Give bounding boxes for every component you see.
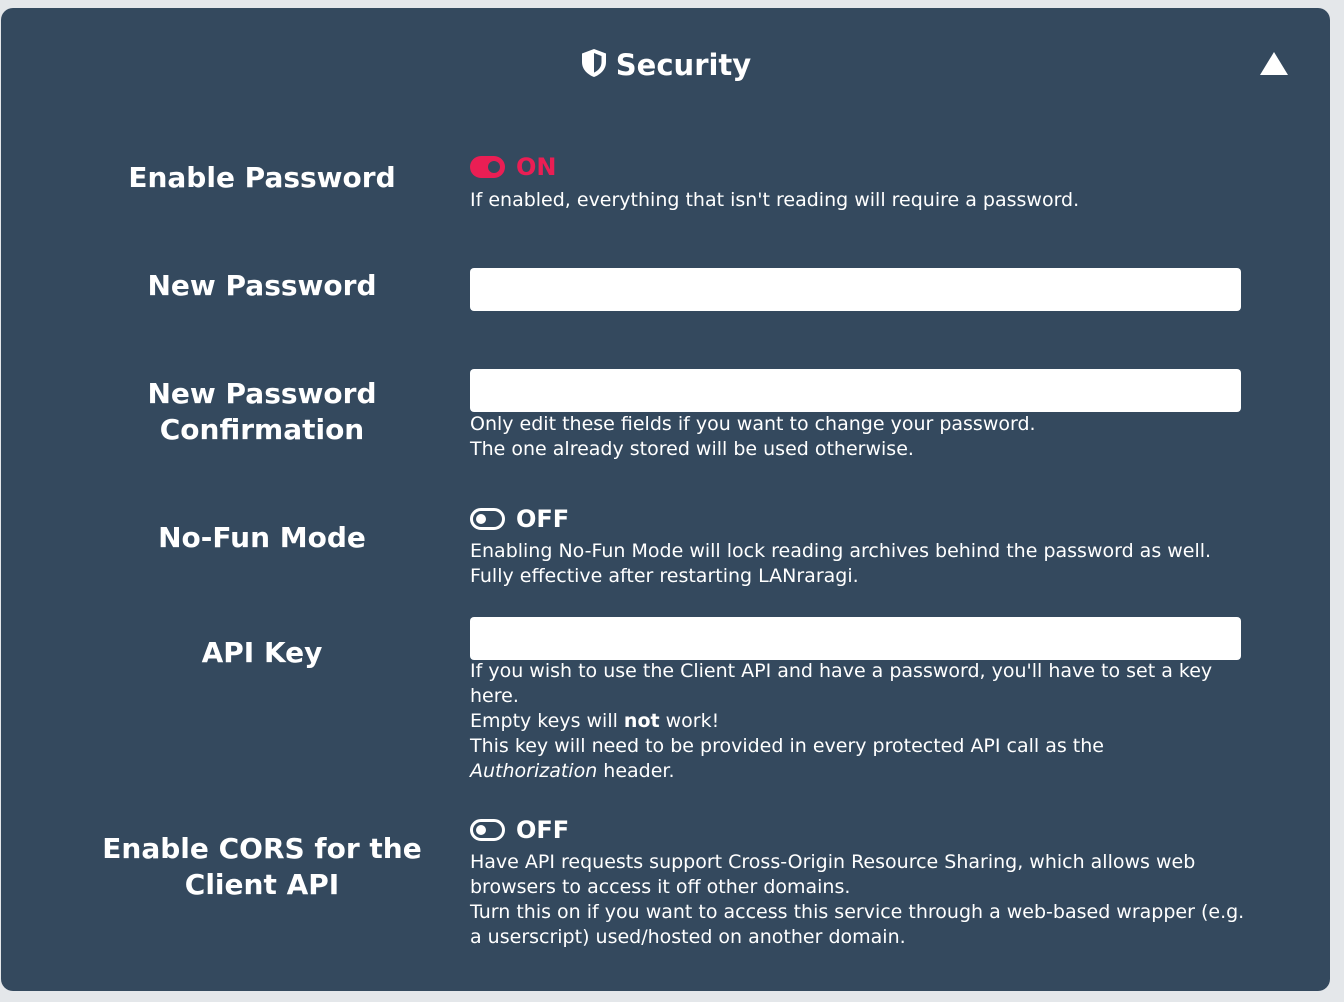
toggle-off-icon	[470, 819, 505, 841]
no-fun-mode-help: Enabling No-Fun Mode will lock reading a…	[470, 539, 1245, 589]
enable-cors-state: OFF	[516, 816, 570, 844]
api-key-help-line-3: This key will need to be provided in eve…	[470, 735, 1104, 757]
toggle-off-icon	[470, 508, 505, 530]
security-settings-panel: Security Enable Password ON If enabled, …	[1, 8, 1330, 991]
new-password-label: New Password	[147, 269, 377, 302]
new-password-confirmation-input[interactable]	[470, 369, 1241, 412]
enable-cors-help-line-1: Have API requests support Cross-Origin R…	[470, 851, 1196, 898]
enable-password-help-text: If enabled, everything that isn't readin…	[470, 189, 1080, 211]
enable-password-toggle[interactable]: ON	[470, 152, 557, 182]
enable-password-label: Enable Password	[128, 161, 396, 194]
new-password-confirmation-label: New Password Confirmation	[147, 377, 377, 446]
api-key-help-line-2: Empty keys will not work!	[470, 709, 1245, 734]
section-header: Security	[1, 48, 1330, 96]
enable-cors-toggle[interactable]: OFF	[470, 815, 569, 845]
no-fun-mode-label: No-Fun Mode	[158, 521, 366, 554]
toggle-on-icon	[470, 156, 505, 178]
api-key-help: If you wish to use the Client API and ha…	[470, 659, 1245, 784]
enable-password-help: If enabled, everything that isn't readin…	[470, 188, 1245, 213]
enable-cors-help-line-2: Turn this on if you want to access this …	[470, 901, 1245, 948]
enable-cors-help: Have API requests support Cross-Origin R…	[470, 850, 1245, 950]
no-fun-mode-help-line-2: Fully effective after restarting LANrara…	[470, 565, 859, 587]
no-fun-mode-toggle[interactable]: OFF	[470, 504, 569, 534]
collapse-button[interactable]	[1258, 50, 1290, 78]
api-key-input[interactable]	[470, 617, 1241, 660]
no-fun-mode-state: OFF	[516, 505, 570, 533]
enable-cors-label: Enable CORS for the Client API	[102, 832, 422, 901]
api-key-help-text: work!	[659, 710, 720, 732]
api-key-help-line-4: Authorization header.	[470, 759, 1245, 784]
password-help-line-2: The one already stored will be used othe…	[470, 438, 914, 460]
api-key-help-italic: Authorization	[470, 760, 598, 782]
section-title-text: Security	[615, 48, 752, 82]
new-password-input[interactable]	[470, 268, 1241, 311]
api-key-help-bold: not	[623, 710, 660, 732]
password-fields-help: Only edit these fields if you want to ch…	[470, 412, 1245, 462]
api-key-help-line-1: If you wish to use the Client API and ha…	[470, 660, 1213, 707]
section-title: Security	[1, 48, 1330, 81]
shield-icon	[581, 49, 606, 77]
api-key-label: API Key	[201, 636, 323, 669]
api-key-help-text: Empty keys will	[470, 710, 624, 732]
no-fun-mode-help-line-1: Enabling No-Fun Mode will lock reading a…	[470, 540, 1212, 562]
password-help-line-1: Only edit these fields if you want to ch…	[470, 413, 1036, 435]
api-key-help-text: header.	[597, 760, 675, 782]
enable-password-state: ON	[516, 153, 557, 181]
triangle-up-icon	[1260, 52, 1288, 75]
